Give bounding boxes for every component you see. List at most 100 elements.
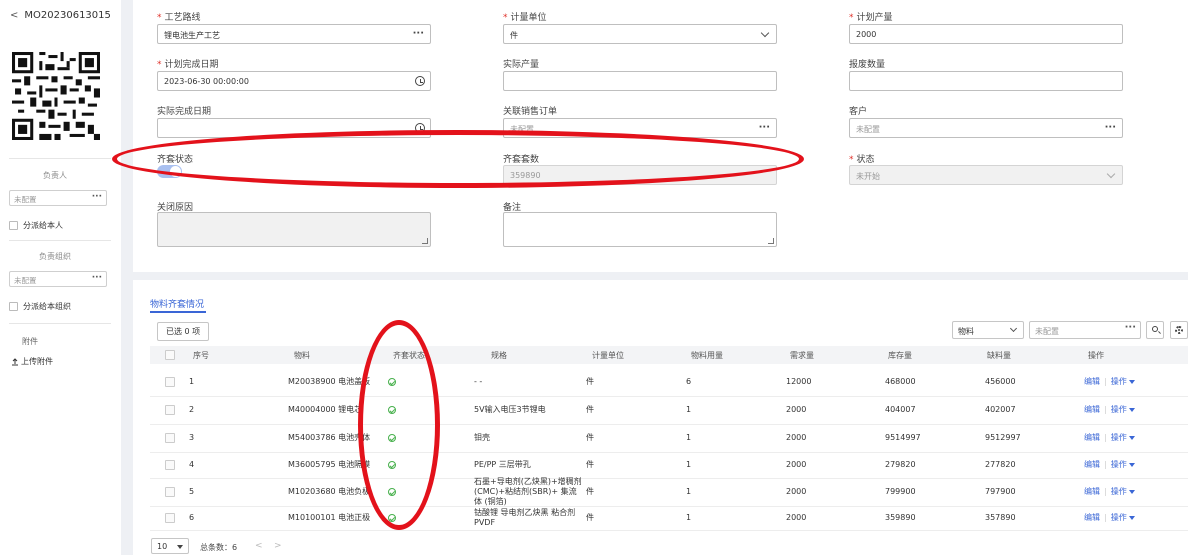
edit-link[interactable]: 编辑 <box>1084 377 1100 386</box>
cell-stock: 9514997 <box>885 433 921 442</box>
dispatch-self-checkbox[interactable]: 分派给本人 <box>9 220 63 231</box>
org-select[interactable]: 未配置 ··· <box>9 271 107 287</box>
more-dots-icon[interactable]: ··· <box>759 122 770 133</box>
remark-textarea[interactable] <box>503 212 777 247</box>
edit-link[interactable]: 编辑 <box>1084 433 1100 442</box>
cell-spec: 钴酸锂 导电剂乙炔黑 粘合剂PVDF <box>474 508 576 527</box>
dispatch-org-checkbox[interactable]: 分派给本组织 <box>9 301 71 312</box>
search-icon <box>1152 326 1158 332</box>
edit-link[interactable]: 编辑 <box>1084 487 1100 496</box>
caret-down-icon <box>1128 435 1135 440</box>
ops-label: 操作 <box>1110 377 1127 386</box>
checkbox-icon[interactable] <box>9 221 18 230</box>
chevron-down-icon <box>1009 324 1018 333</box>
row-actions: 编辑 | 操作 <box>1084 377 1135 387</box>
row-checkbox[interactable] <box>165 487 175 497</box>
cell-no: 1 <box>189 377 195 386</box>
col-spec: 规格 <box>491 351 507 360</box>
upload-label: 上传附件 <box>21 357 53 366</box>
cell-stock: 799900 <box>885 487 916 496</box>
more-dots-icon[interactable]: ··· <box>92 273 102 283</box>
cell-usage: 1 <box>686 460 692 469</box>
filter-field-select[interactable]: 物料 <box>952 321 1024 339</box>
status-select: 未开始 <box>849 165 1123 185</box>
ops-dropdown[interactable]: 操作 <box>1111 460 1135 469</box>
row-divider <box>150 478 1188 479</box>
actual-qty-field[interactable] <box>503 71 777 91</box>
ops-dropdown[interactable]: 操作 <box>1111 377 1135 386</box>
ops-dropdown[interactable]: 操作 <box>1111 405 1135 414</box>
back-chevron-icon[interactable]: < <box>10 10 18 21</box>
row-checkbox[interactable] <box>165 460 175 470</box>
settings-button[interactable] <box>1170 321 1188 339</box>
next-page-button[interactable]: > <box>274 541 282 551</box>
more-dots-icon[interactable]: ··· <box>92 192 102 202</box>
select-all-checkbox[interactable] <box>165 350 175 360</box>
tab-material-kit[interactable]: 物料齐套情况 <box>150 297 204 310</box>
cell-unit: 件 <box>586 487 594 496</box>
cell-spec: 5V输入电压3节锂电 <box>474 405 546 414</box>
cell-shortage: 402007 <box>985 405 1016 414</box>
owner-select[interactable]: 未配置 ··· <box>9 190 107 206</box>
edit-link[interactable]: 编辑 <box>1084 513 1100 522</box>
row-divider <box>150 424 1188 425</box>
planned-qty-field[interactable]: 2000 <box>849 24 1123 44</box>
cell-unit: 件 <box>586 460 594 469</box>
selected-count-button[interactable]: 已选 0 项 <box>157 322 210 341</box>
cell-usage: 1 <box>686 433 692 442</box>
edit-link[interactable]: 编辑 <box>1084 460 1100 469</box>
edit-link[interactable]: 编辑 <box>1084 405 1100 414</box>
caret-down-icon <box>1128 379 1135 384</box>
clock-icon[interactable] <box>415 76 425 86</box>
row-checkbox[interactable] <box>165 405 175 415</box>
prev-page-button[interactable]: < <box>255 541 263 551</box>
cell-demand: 2000 <box>786 405 807 414</box>
cell-spec: PE/PP 三层带孔 <box>474 460 531 469</box>
page-size-select[interactable]: 10 <box>151 538 189 554</box>
ops-dropdown[interactable]: 操作 <box>1111 487 1135 496</box>
planned-date-field[interactable]: 2023-06-30 00:00:00 <box>157 71 431 91</box>
caret-down-icon <box>1128 407 1135 412</box>
left-sidebar: < MO20230613015 负责人 未配置 ··· 分派给本人 负责组织 未… <box>0 0 121 555</box>
scrap-qty-field[interactable] <box>849 71 1123 91</box>
resize-grip-icon <box>422 238 428 244</box>
unit-label: * 计量单位 <box>503 13 547 23</box>
cell-no: 2 <box>189 405 195 414</box>
ops-dropdown[interactable]: 操作 <box>1111 433 1135 442</box>
search-button[interactable] <box>1146 321 1164 339</box>
checkbox-icon[interactable] <box>9 302 18 311</box>
customer-field[interactable]: 未配置 ··· <box>849 118 1123 138</box>
filter-value-field[interactable]: 未配置 ··· <box>1029 321 1141 339</box>
unit-select[interactable]: 件 <box>503 24 777 44</box>
more-dots-icon[interactable]: ··· <box>1105 122 1116 133</box>
col-usage: 物料用量 <box>691 351 723 360</box>
cell-spec: 钼壳 <box>474 433 490 442</box>
actual-date-label: 实际完成日期 <box>157 107 212 117</box>
cell-spec: - - <box>474 377 483 386</box>
actual-qty-label: 实际产量 <box>503 60 540 70</box>
more-dots-icon[interactable]: ··· <box>413 28 424 39</box>
page-root: < MO20230613015 负责人 未配置 ··· 分派给本人 负责组织 未… <box>0 0 1188 555</box>
upload-attachment-button[interactable]: 上传附件 <box>11 356 53 367</box>
cell-stock: 359890 <box>885 513 916 522</box>
row-checkbox[interactable] <box>165 513 175 523</box>
cell-no: 3 <box>189 433 195 442</box>
cell-stock: 468000 <box>885 377 916 386</box>
ops-dropdown[interactable]: 操作 <box>1111 513 1135 522</box>
row-divider <box>150 506 1188 507</box>
ops-label: 操作 <box>1110 513 1127 522</box>
annotation-ellipse-kit-column <box>358 320 440 530</box>
col-material: 物料 <box>294 351 310 360</box>
divider <box>9 240 111 241</box>
cell-no: 4 <box>189 460 195 469</box>
more-dots-icon[interactable]: ··· <box>1125 322 1136 333</box>
separator: | <box>1104 405 1107 414</box>
dispatch-self-label: 分派给本人 <box>23 221 63 230</box>
cell-unit: 件 <box>586 377 594 386</box>
route-field[interactable]: 锂电池生产工艺 ··· <box>157 24 431 44</box>
cell-material: M20038900 电池盖板 <box>288 377 371 386</box>
cell-usage: 6 <box>686 377 692 386</box>
qr-code-icon <box>12 52 100 140</box>
row-checkbox[interactable] <box>165 377 175 387</box>
row-checkbox[interactable] <box>165 433 175 443</box>
